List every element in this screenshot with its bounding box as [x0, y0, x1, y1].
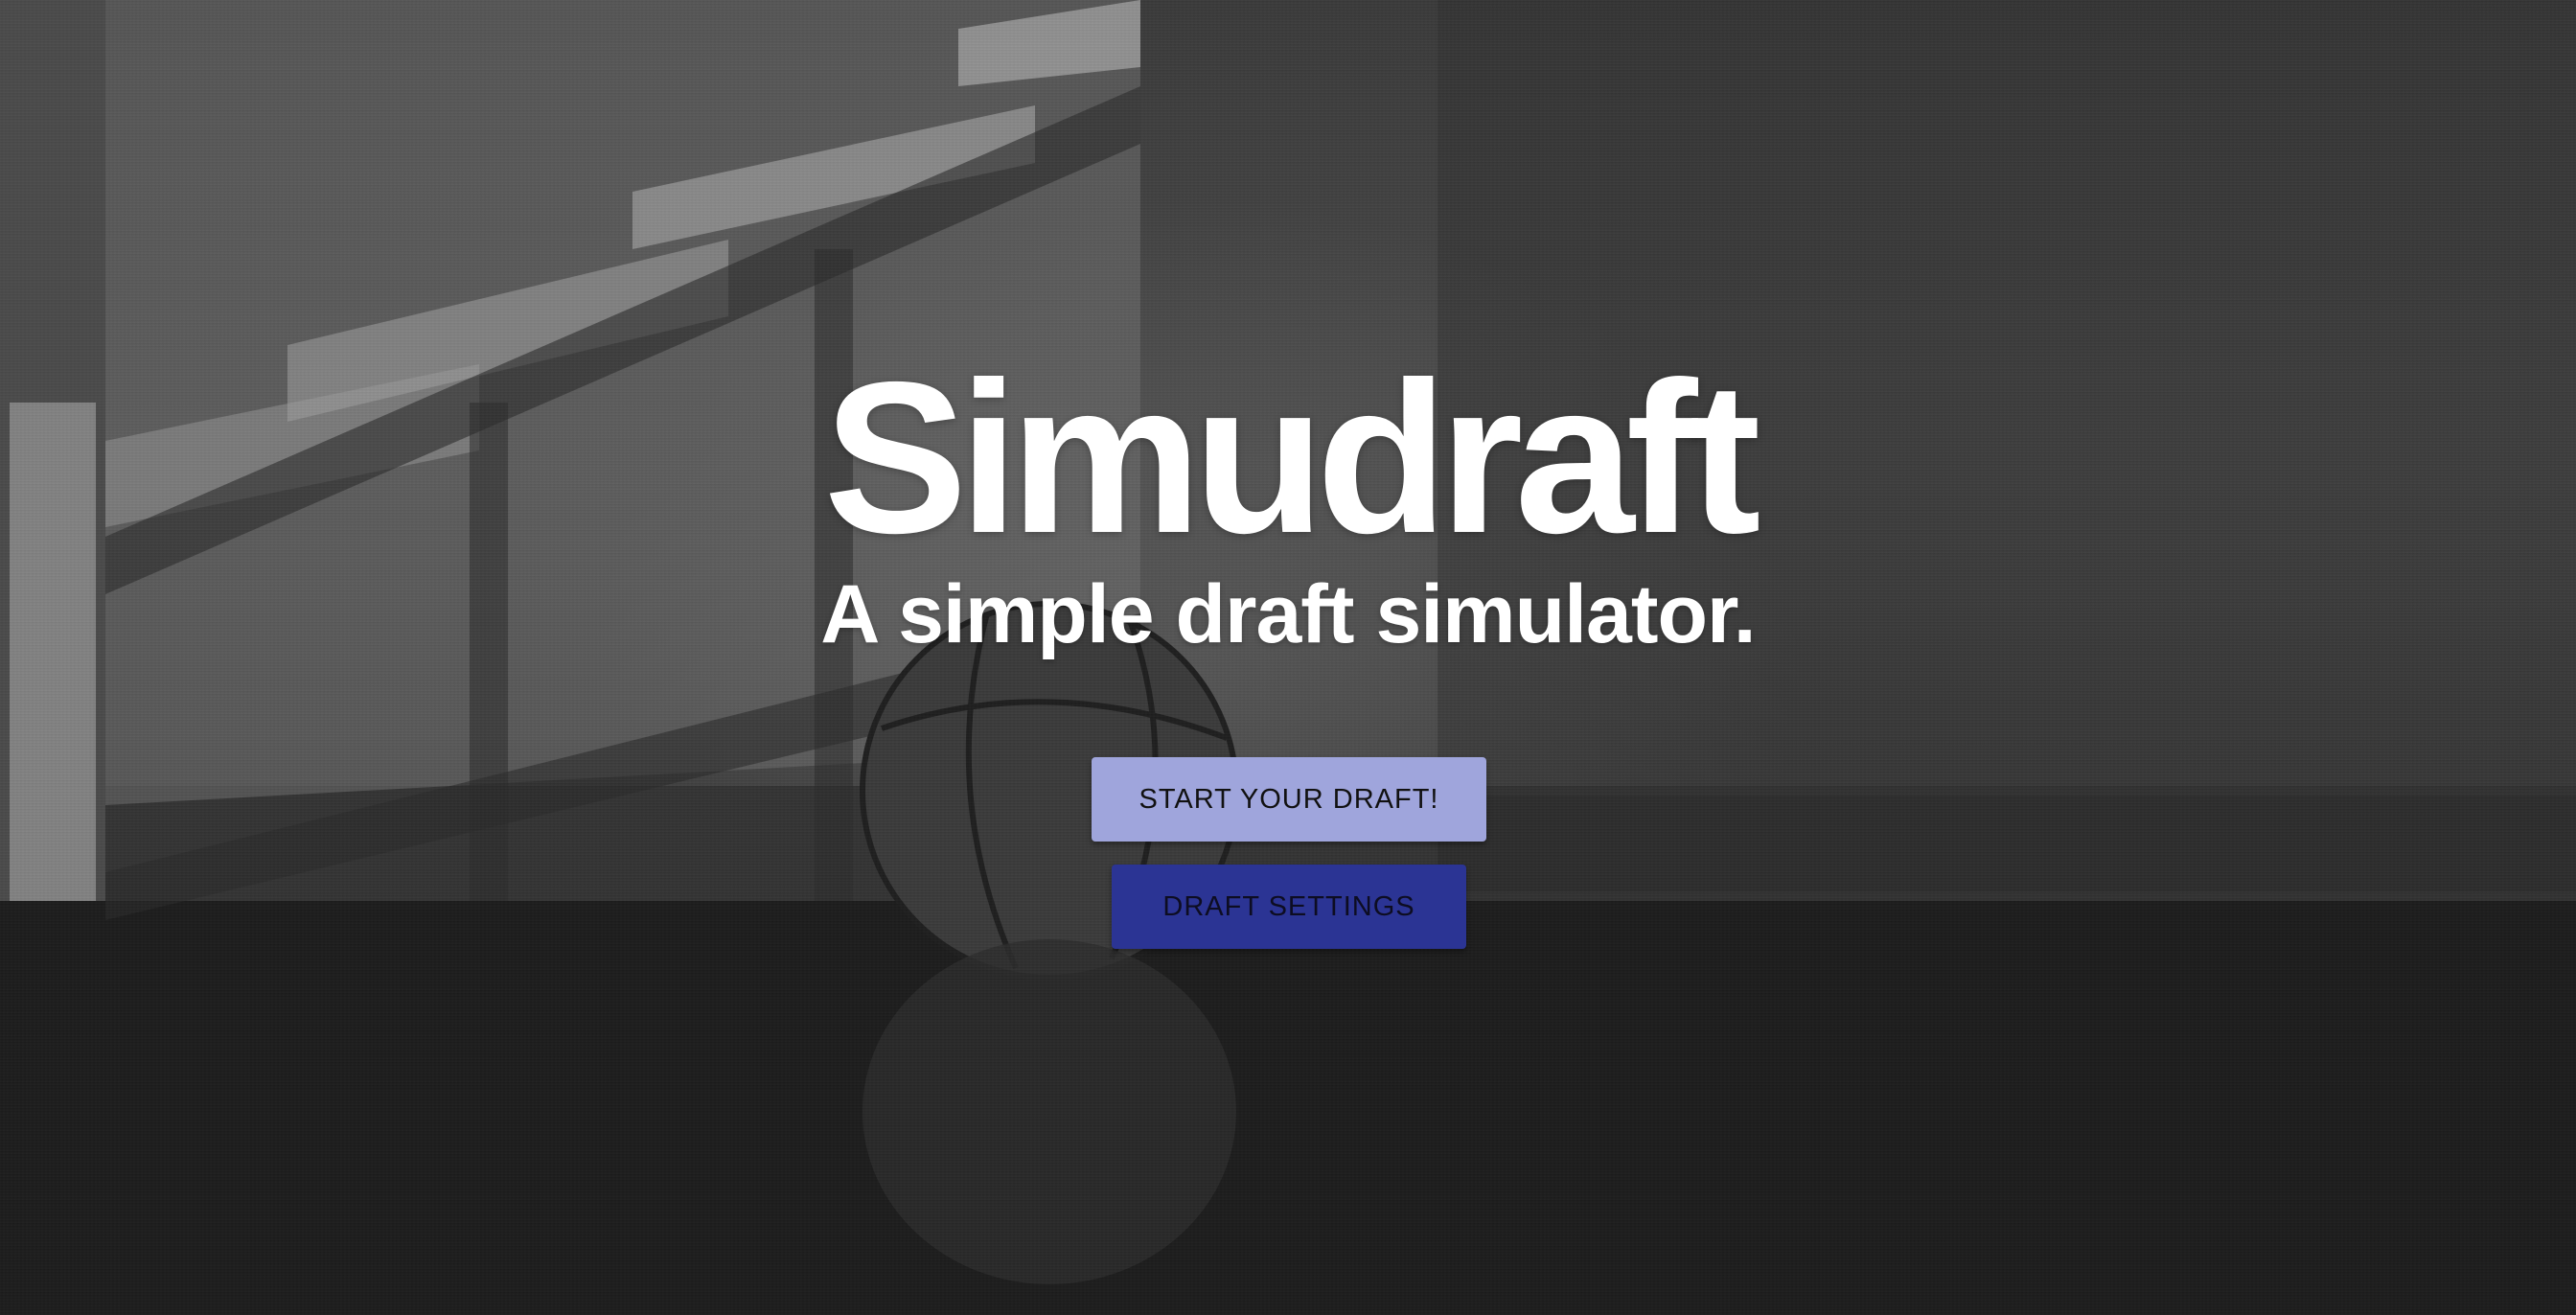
start-draft-button[interactable]: START YOUR DRAFT! [1092, 757, 1486, 842]
app-title: Simudraft [823, 336, 1760, 578]
hero-section: Simudraft A simple draft simulator. STAR… [0, 0, 2576, 1315]
draft-settings-button[interactable]: DRAFT SETTINGS [1112, 865, 1466, 949]
hero-content: Simudraft A simple draft simulator. STAR… [0, 0, 2576, 1315]
app-tagline: A simple draft simulator. [820, 568, 1756, 660]
